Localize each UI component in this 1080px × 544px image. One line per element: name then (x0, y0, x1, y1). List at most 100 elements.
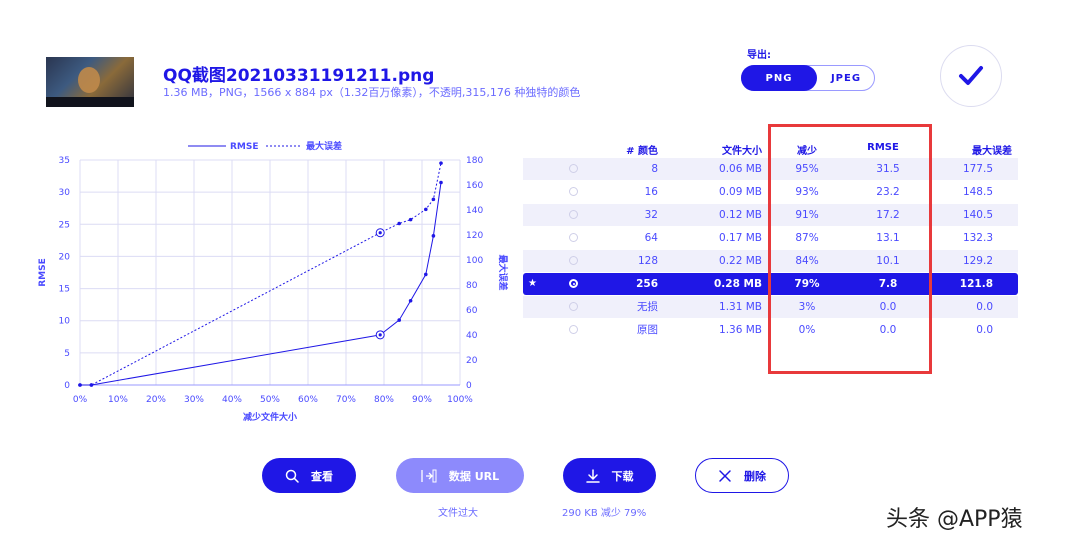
x-tick-label: 40% (222, 395, 242, 405)
y2-tick-label: 100 (466, 256, 483, 266)
download-button-label: 下载 (611, 469, 634, 483)
cell-colors: 8 (651, 163, 658, 175)
data-point (397, 318, 402, 322)
x-tick-label: 0% (73, 395, 88, 405)
cell-size: 0.28 MB (713, 278, 762, 290)
cell-max-error: 129.2 (962, 255, 993, 267)
data-point (89, 383, 94, 387)
cell-max-error: 177.5 (962, 163, 993, 175)
y-tick-label: 5 (64, 349, 70, 359)
y2-tick-label: 0 (466, 381, 472, 391)
x-tick-label: 100% (447, 395, 473, 405)
cell-size: 0.06 MB (719, 163, 762, 175)
data-point (424, 272, 428, 277)
file-info: 1.36 MB，PNG，1566 x 884 px（1.32百万像素），不透明,… (163, 86, 581, 99)
row-radio[interactable] (569, 279, 578, 288)
header-max-error: 最大误差 (972, 146, 1012, 157)
close-icon (719, 469, 731, 482)
data-url-button-label: 数据 URL (448, 469, 500, 483)
legend-rmse-label: RMSE (230, 142, 259, 152)
data-point (439, 180, 443, 185)
row-radio[interactable] (569, 325, 578, 334)
y-tick-label: 0 (64, 381, 70, 391)
y-tick-label: 10 (59, 317, 71, 327)
y2-tick-label: 60 (466, 306, 478, 316)
cell-colors: 128 (637, 255, 658, 267)
header-colors: # 颜色 (626, 146, 658, 157)
cell-size: 1.36 MB (719, 324, 762, 336)
y2-axis-label: 最大误差 (497, 254, 509, 290)
cell-size: 0.17 MB (719, 232, 762, 244)
cell-colors: 32 (644, 209, 658, 221)
data-url-note: 文件过大 (438, 508, 478, 519)
cell-max-error: 140.5 (962, 209, 993, 221)
data-point (431, 197, 436, 202)
cell-max-error: 121.8 (959, 278, 993, 290)
y-tick-label: 25 (59, 220, 70, 230)
cell-max-error: 0.0 (976, 324, 993, 336)
export-label: 导出: (747, 50, 771, 61)
y-tick-label: 20 (59, 252, 71, 262)
x-tick-label: 50% (260, 395, 280, 405)
format-png-option[interactable]: PNG (741, 65, 817, 91)
cell-size: 0.22 MB (719, 255, 762, 267)
cell-colors: 256 (636, 278, 658, 290)
row-radio[interactable] (569, 164, 578, 173)
row-radio[interactable] (569, 187, 578, 196)
delete-button-label: 删除 (744, 469, 766, 483)
y-axis-label: RMSE (38, 258, 48, 287)
delete-button[interactable]: 删除 (695, 458, 789, 493)
checkmark-icon (959, 66, 983, 85)
data-point (397, 221, 402, 226)
view-button-label: 查看 (311, 469, 333, 483)
download-note: 290 KB 减少 79% (562, 508, 647, 519)
data-url-icon (421, 469, 437, 482)
row-radio[interactable] (569, 256, 578, 265)
y-tick-label: 30 (59, 188, 71, 198)
cell-size: 0.09 MB (719, 186, 762, 198)
highlight-point-dot (378, 333, 382, 337)
cell-max-error: 132.3 (962, 232, 993, 244)
data-point (431, 234, 436, 238)
row-radio[interactable] (569, 210, 578, 219)
data-url-button[interactable]: 数据 URL (396, 458, 524, 493)
series-line-max-error (80, 163, 442, 386)
legend-max-error-label: 最大误差 (306, 140, 342, 152)
view-button[interactable]: 查看 (262, 458, 356, 493)
cell-colors: 无损 (637, 301, 658, 313)
series-line-rmse (80, 182, 442, 386)
y2-tick-label: 80 (466, 281, 478, 291)
cell-size: 1.31 MB (719, 301, 762, 313)
star-icon: ★ (528, 278, 537, 289)
data-point (408, 217, 413, 222)
format-jpeg-option[interactable]: JPEG (818, 65, 874, 91)
y2-tick-label: 180 (466, 156, 483, 166)
y2-tick-label: 140 (466, 206, 483, 216)
y2-tick-label: 40 (466, 331, 478, 341)
x-tick-label: 60% (298, 395, 318, 405)
search-icon (285, 469, 299, 483)
download-button[interactable]: 下载 (563, 458, 656, 493)
data-point (424, 207, 428, 212)
file-name: QQ截图20210331191211.png (163, 66, 435, 86)
cell-colors: 原图 (637, 324, 658, 336)
watermark: 头条 @APP猿 (886, 507, 1023, 532)
row-radio[interactable] (569, 233, 578, 242)
y2-tick-label: 160 (466, 181, 483, 191)
x-tick-label: 20% (146, 395, 166, 405)
image-thumbnail (46, 57, 134, 107)
y-tick-label: 35 (59, 156, 70, 166)
cell-colors: 16 (644, 186, 658, 198)
x-tick-label: 70% (336, 395, 356, 405)
x-axis-label: 减少文件大小 (243, 411, 297, 423)
confirm-button[interactable] (940, 45, 1002, 107)
data-point (408, 298, 413, 303)
row-radio[interactable] (569, 302, 578, 311)
data-point (78, 383, 82, 387)
x-tick-label: 90% (412, 395, 432, 405)
highlight-box (768, 124, 932, 374)
x-tick-label: 30% (184, 395, 204, 405)
header-file-size: 文件大小 (722, 146, 762, 157)
download-icon (585, 468, 600, 483)
quality-chart: 0% 10% 20% 30% 40% 50% 60% 70% 80% 90% 100% 0 5 10 15 2… (38, 140, 509, 423)
